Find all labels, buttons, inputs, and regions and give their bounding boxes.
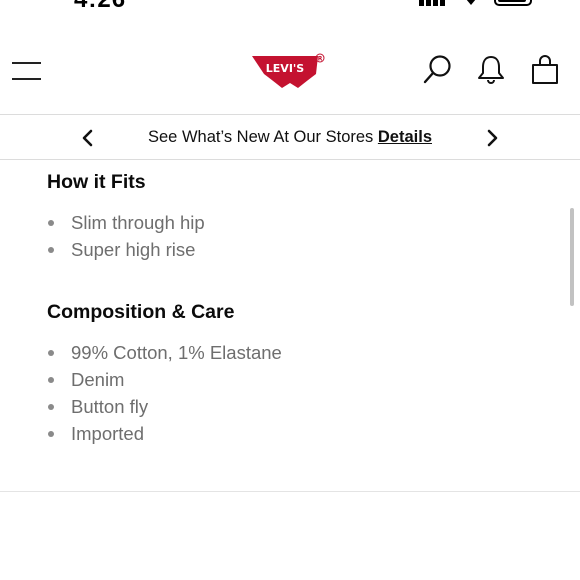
notifications-button[interactable] (475, 54, 507, 86)
list-item: Imported (47, 420, 282, 447)
shopping-bag-icon (532, 55, 558, 84)
scrollbar[interactable] (570, 208, 574, 306)
cart-button[interactable] (529, 54, 561, 86)
levis-logo[interactable]: LEVI'S R (250, 52, 330, 92)
list-item: Super high rise (47, 236, 205, 263)
composition-section-title: Composition & Care (47, 301, 235, 323)
svg-text:R: R (318, 56, 323, 63)
promo-text: See What’s New At Our Stores (148, 128, 374, 146)
section-divider (0, 491, 580, 492)
promo-next-button[interactable] (479, 125, 505, 151)
product-details-page: 4:26 LEVI'S R (0, 0, 580, 580)
chevron-right-icon (487, 129, 498, 147)
menu-button[interactable] (12, 58, 42, 84)
wifi-icon (466, 0, 476, 5)
fit-list: Slim through hip Super high rise (47, 209, 205, 263)
menu-icon (12, 62, 41, 64)
composition-list: 99% Cotton, 1% Elastane Denim Button fly… (47, 339, 282, 447)
fit-section-title: How it Fits (47, 171, 146, 193)
list-item: 99% Cotton, 1% Elastane (47, 339, 282, 366)
status-bar: 4:26 (0, 0, 580, 14)
search-button[interactable] (422, 54, 454, 86)
svg-text:LEVI'S: LEVI'S (266, 62, 304, 75)
battery-icon (494, 0, 532, 6)
list-item: Slim through hip (47, 209, 205, 236)
list-item: Button fly (47, 393, 282, 420)
promo-details-link[interactable]: Details (378, 128, 432, 146)
list-item: Denim (47, 366, 282, 393)
bell-icon (478, 56, 504, 84)
search-icon (423, 55, 451, 84)
app-header: LEVI'S R (0, 30, 580, 114)
status-time: 4:26 (74, 0, 126, 14)
promo-banner: See What’s New At Our Stores Details (0, 114, 580, 160)
cellular-signal-icon (419, 0, 447, 6)
